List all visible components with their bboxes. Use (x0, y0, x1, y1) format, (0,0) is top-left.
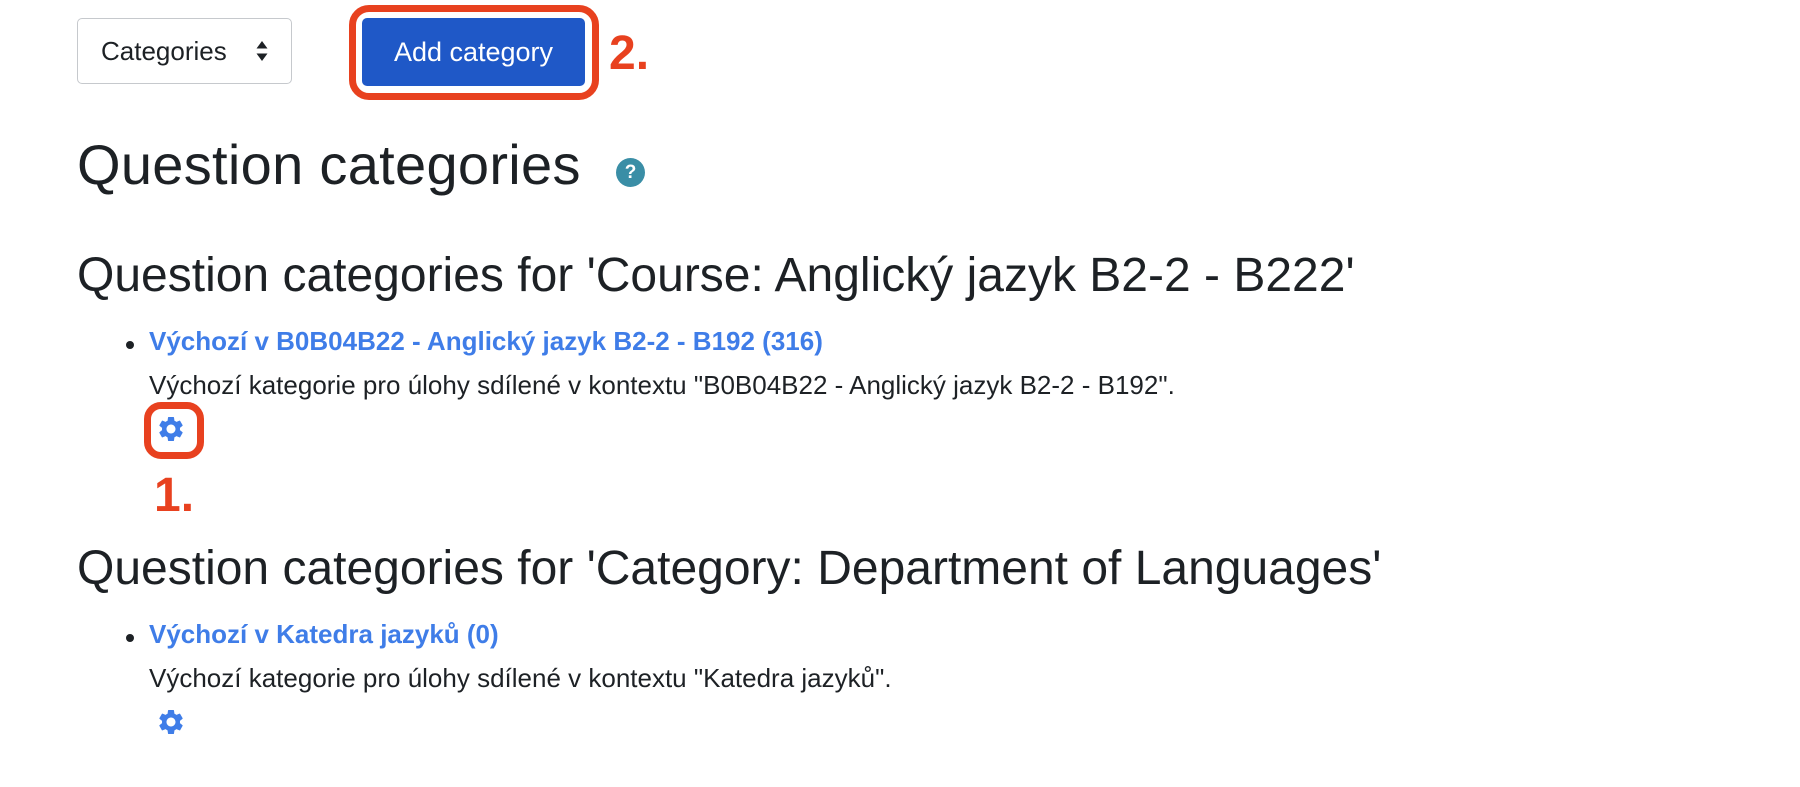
context-heading-course: Question categories for 'Course: Anglick… (77, 249, 1355, 302)
category-description: Výchozí kategorie pro úlohy sdílené v ko… (149, 663, 892, 693)
list-item: Výchozí v B0B04B22 - Anglický jazyk B2-2… (0, 326, 1800, 459)
category-list-course: Výchozí v B0B04B22 - Anglický jazyk B2-2… (0, 326, 1800, 459)
gear-icon[interactable] (156, 707, 186, 737)
category-description: Výchozí kategorie pro úlohy sdílené v ko… (149, 370, 1175, 400)
context-heading-category: Question categories for 'Category: Depar… (77, 542, 1382, 595)
annotation-step-1: 1. (154, 469, 195, 522)
category-select-value: Categories (101, 35, 227, 66)
gear-icon[interactable] (156, 414, 186, 444)
list-item: Výchozí v Katedra jazyků (0) Výchozí kat… (0, 619, 1800, 749)
category-list-department: Výchozí v Katedra jazyků (0) Výchozí kat… (0, 619, 1800, 749)
bullet (126, 341, 134, 349)
annotation-step-2: 2. (609, 27, 650, 80)
page-title: Question categories (77, 133, 581, 196)
help-icon[interactable]: ? (616, 158, 645, 187)
question-bank-page: Categories Add category 2. Question cate… (0, 0, 1800, 787)
bullet (126, 634, 134, 642)
add-category-button[interactable]: Add category (362, 18, 585, 86)
sort-arrows-icon (256, 41, 268, 61)
category-select[interactable]: Categories (77, 18, 292, 84)
category-link[interactable]: Výchozí v Katedra jazyků (0) (149, 619, 499, 650)
category-link[interactable]: Výchozí v B0B04B22 - Anglický jazyk B2-2… (149, 326, 823, 357)
